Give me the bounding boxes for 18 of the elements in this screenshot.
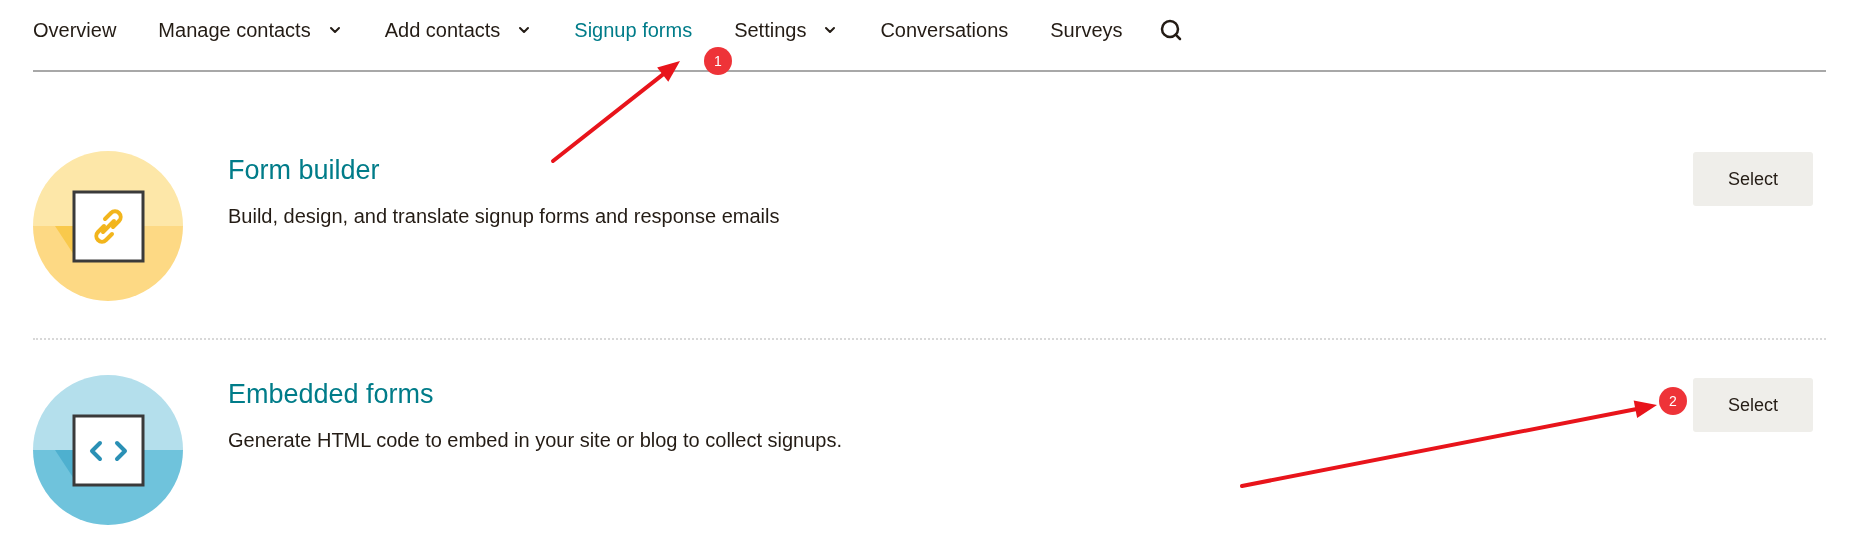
option-description: Build, design, and translate signup forms and response emails	[228, 204, 780, 228]
option-title: Embedded forms	[228, 378, 435, 410]
search-button[interactable]	[1158, 18, 1183, 42]
option-description: Generate HTML code to embed in your site or blog to collect signups.	[228, 428, 843, 452]
nav-tab[interactable]: Settings	[734, 15, 839, 45]
select-button[interactable]: Select	[1693, 378, 1813, 432]
link-icon	[33, 151, 183, 301]
select-button[interactable]: Select	[1693, 152, 1813, 206]
option-title: Form builder	[228, 154, 381, 186]
step-badge: 2	[1659, 387, 1687, 415]
nav-tab[interactable]: Signup forms	[574, 15, 693, 45]
code-icon	[33, 375, 183, 525]
nav-tab[interactable]: Conversations	[880, 15, 1009, 45]
nav-tab[interactable]: Add contacts	[384, 15, 533, 45]
nav-tab[interactable]: Surveys	[1050, 15, 1123, 45]
nav-tab[interactable]: Overview	[33, 15, 117, 45]
step-badge: 1	[704, 47, 732, 75]
nav-tab[interactable]: Manage contacts	[158, 15, 343, 45]
